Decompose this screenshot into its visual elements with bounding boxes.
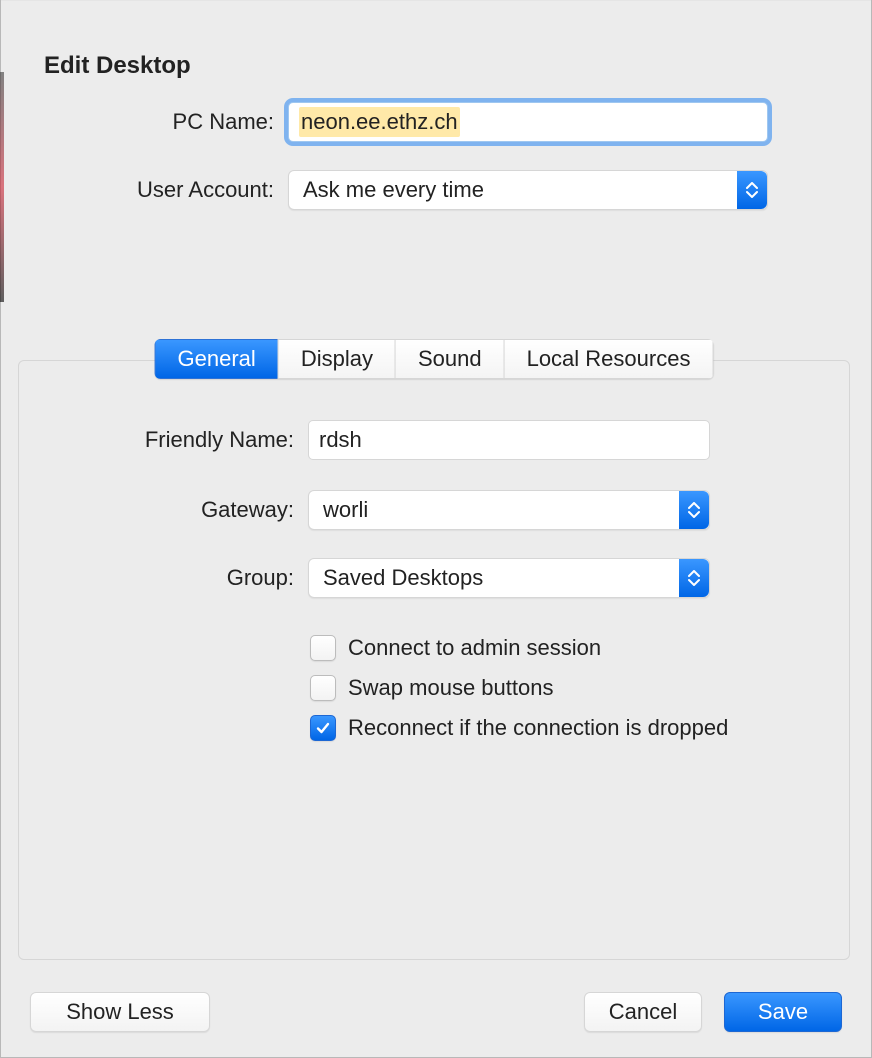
tab-sound[interactable]: Sound <box>395 339 504 379</box>
row-gateway: Gateway: worli <box>0 490 872 530</box>
friendly-name-value: rdsh <box>319 427 362 453</box>
checkbox-swap-mouse-label: Swap mouse buttons <box>348 675 553 701</box>
checkbox-reconnect[interactable] <box>310 715 336 741</box>
row-admin-session: Connect to admin session <box>310 635 601 661</box>
friendly-name-label: Friendly Name: <box>0 427 308 453</box>
checkbox-reconnect-label: Reconnect if the connection is dropped <box>348 715 728 741</box>
checkbox-admin-session-label: Connect to admin session <box>348 635 601 661</box>
cancel-button[interactable]: Cancel <box>584 992 702 1032</box>
chevron-up-down-icon <box>679 559 709 597</box>
row-friendly-name: Friendly Name: rdsh <box>0 420 872 460</box>
dialog-title: Edit Desktop <box>44 52 191 80</box>
save-button[interactable]: Save <box>724 992 842 1032</box>
settings-tabs: General Display Sound Local Resources <box>155 339 714 379</box>
checkbox-swap-mouse[interactable] <box>310 675 336 701</box>
dialog-footer: Show Less Cancel Save <box>0 992 872 1032</box>
row-pc-name: PC Name: neon.ee.ethz.ch <box>0 102 872 142</box>
group-value: Saved Desktops <box>323 565 483 591</box>
row-reconnect: Reconnect if the connection is dropped <box>310 715 728 741</box>
gateway-value: worli <box>323 497 368 523</box>
show-less-button[interactable]: Show Less <box>30 992 210 1032</box>
pc-name-field[interactable]: neon.ee.ethz.ch <box>288 102 768 142</box>
pc-name-label: PC Name: <box>0 109 288 135</box>
user-account-popup[interactable]: Ask me every time <box>288 170 768 210</box>
gateway-label: Gateway: <box>0 497 308 523</box>
friendly-name-field[interactable]: rdsh <box>308 420 710 460</box>
tab-local-resources[interactable]: Local Resources <box>504 339 714 379</box>
gateway-popup[interactable]: worli <box>308 490 710 530</box>
pc-name-value: neon.ee.ethz.ch <box>299 107 460 137</box>
tab-general[interactable]: General <box>155 339 278 379</box>
tab-display[interactable]: Display <box>278 339 395 379</box>
chevron-up-down-icon <box>737 171 767 209</box>
row-swap-mouse: Swap mouse buttons <box>310 675 553 701</box>
row-user-account: User Account: Ask me every time <box>0 170 872 210</box>
checkbox-admin-session[interactable] <box>310 635 336 661</box>
group-popup[interactable]: Saved Desktops <box>308 558 710 598</box>
chevron-up-down-icon <box>679 491 709 529</box>
row-group: Group: Saved Desktops <box>0 558 872 598</box>
user-account-value: Ask me every time <box>303 177 484 203</box>
group-label: Group: <box>0 565 308 591</box>
user-account-label: User Account: <box>0 177 288 203</box>
